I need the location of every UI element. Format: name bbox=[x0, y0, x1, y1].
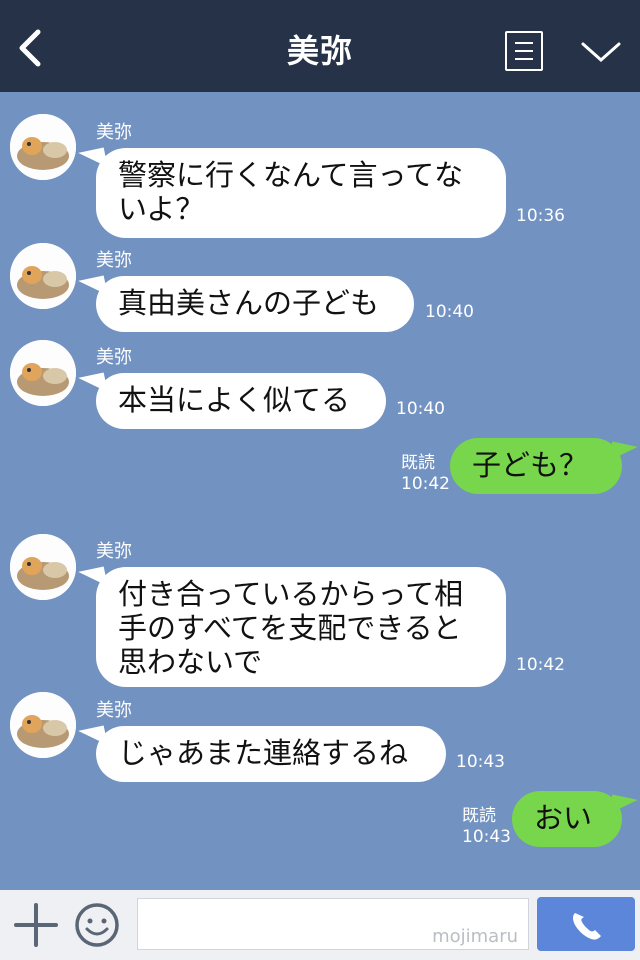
cat-avatar-icon bbox=[10, 340, 76, 406]
timestamp: 10:40 bbox=[396, 399, 445, 419]
plus-icon[interactable] bbox=[14, 903, 58, 947]
cat-avatar-icon bbox=[10, 692, 76, 758]
message-line: 警察に行くなんて言ってな bbox=[118, 158, 464, 192]
chevron-down-icon[interactable] bbox=[580, 38, 622, 64]
message-input[interactable]: mojimaru bbox=[137, 898, 529, 950]
message-line: 本当によく似てる bbox=[118, 383, 351, 417]
avatar[interactable] bbox=[10, 534, 76, 600]
timestamp: 10:42 bbox=[516, 655, 565, 675]
avatar[interactable] bbox=[10, 114, 76, 180]
sender-name: 美弥 bbox=[96, 541, 132, 562]
timestamp: 10:36 bbox=[516, 206, 565, 226]
message-line: 手のすべてを支配できると bbox=[118, 611, 462, 645]
timestamp: 10:42 bbox=[401, 474, 450, 494]
sender-name: 美弥 bbox=[96, 347, 132, 368]
message-line: 付き合っているからって相 bbox=[118, 577, 464, 611]
cat-avatar-icon bbox=[10, 534, 76, 600]
composer-bar: mojimaru bbox=[0, 890, 640, 960]
message-meta: 既読 10:42 bbox=[401, 453, 450, 495]
menu-icon[interactable] bbox=[505, 31, 543, 71]
avatar[interactable] bbox=[10, 243, 76, 309]
message-line: おい bbox=[534, 801, 593, 835]
smile-icon[interactable] bbox=[74, 902, 120, 948]
message-line: いよ？ bbox=[118, 192, 205, 226]
read-receipt: 既読 bbox=[462, 806, 496, 826]
timestamp: 10:40 bbox=[425, 302, 474, 322]
message-bubble[interactable]: 真由美さんの子ども bbox=[96, 276, 414, 332]
message-meta: 既読 10:43 bbox=[462, 806, 511, 848]
avatar[interactable] bbox=[10, 692, 76, 758]
message-line: 子ども？ bbox=[472, 448, 589, 482]
message-bubble[interactable]: じゃあまた連絡するね bbox=[96, 726, 446, 782]
call-button[interactable] bbox=[537, 897, 635, 951]
sender-name: 美弥 bbox=[96, 250, 132, 271]
message-bubble[interactable]: 警察に行くなんて言ってな いよ？ bbox=[96, 148, 506, 238]
message-line: じゃあまた連絡するね bbox=[118, 736, 409, 770]
timestamp: 10:43 bbox=[462, 827, 511, 847]
message-list[interactable]: 美弥 警察に行くなんて言ってな いよ？ 10:36 美弥 真由美さんの子ども 1… bbox=[0, 92, 640, 890]
phone-icon bbox=[573, 913, 601, 940]
message-bubble[interactable]: 付き合っているからって相 手のすべてを支配できると 思わないで bbox=[96, 567, 506, 687]
message-line: 思わないで bbox=[118, 645, 263, 679]
message-line: 真由美さんの子ども bbox=[118, 286, 380, 320]
avatar[interactable] bbox=[10, 340, 76, 406]
message-bubble[interactable]: おい bbox=[512, 791, 622, 847]
cat-avatar-icon bbox=[10, 114, 76, 180]
cat-avatar-icon bbox=[10, 243, 76, 309]
read-receipt: 既読 bbox=[401, 453, 435, 473]
message-bubble[interactable]: 本当によく似てる bbox=[96, 373, 386, 429]
watermark: mojimaru bbox=[432, 926, 518, 947]
sender-name: 美弥 bbox=[96, 122, 132, 143]
chat-title: 美弥 bbox=[286, 32, 353, 70]
chat-header: 美弥 bbox=[0, 0, 640, 92]
message-bubble[interactable]: 子ども？ bbox=[450, 438, 622, 494]
timestamp: 10:43 bbox=[456, 752, 505, 772]
sender-name: 美弥 bbox=[96, 700, 132, 721]
